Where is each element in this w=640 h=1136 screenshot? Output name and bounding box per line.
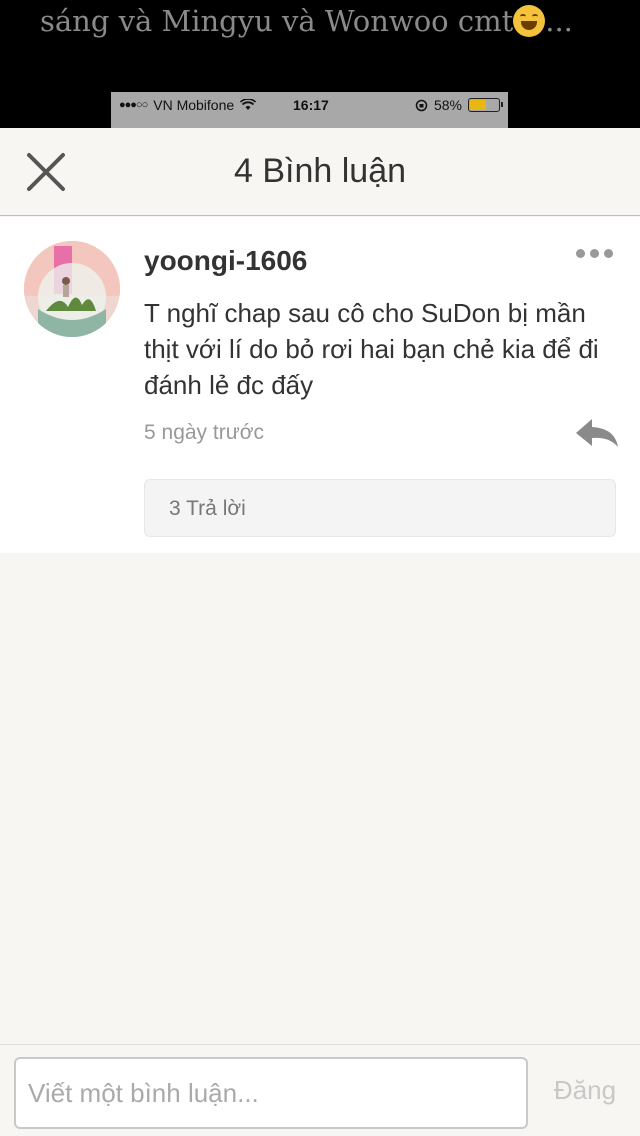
battery-percent: 58% xyxy=(433,97,462,113)
reply-button[interactable] xyxy=(574,415,620,449)
comment-timestamp: 5 ngày trước xyxy=(144,421,265,444)
story-text: sáng và Mingyu và Wonwoo cmt... xyxy=(40,4,573,38)
signal-strength-icon: ●●●○○ xyxy=(119,99,148,111)
view-replies-button[interactable]: 3 Trả lời xyxy=(144,479,616,537)
battery-fill xyxy=(470,100,487,110)
comment-text: T nghĩ chap sau cô cho SuDon bị mần thịt… xyxy=(144,298,599,400)
orientation-lock-icon xyxy=(415,99,428,111)
story-text-ellipsis: ... xyxy=(545,4,573,38)
status-time: 16:17 xyxy=(293,97,329,113)
carrier-name: VN Mobifone xyxy=(153,97,235,113)
more-dot-icon xyxy=(604,248,613,258)
more-options-button[interactable] xyxy=(576,243,620,263)
comments-header: 4 Bình luận xyxy=(0,128,640,216)
comment-composer: Đăng xyxy=(0,1044,640,1136)
status-bar: ●●●○○ VN Mobifone 16:17 58% xyxy=(111,92,508,128)
status-bar-left: ●●●○○ VN Mobifone xyxy=(119,97,257,113)
comment-item: yoongi-1606 T nghĩ chap sau cô cho SuDon… xyxy=(0,217,640,553)
battery-icon xyxy=(468,98,503,112)
more-dot-icon xyxy=(576,248,585,258)
reply-arrow-icon xyxy=(576,419,618,447)
avatar[interactable] xyxy=(24,241,120,337)
more-dot-icon xyxy=(590,248,599,258)
avatar-image xyxy=(24,241,120,337)
story-text-line: sáng và Mingyu và Wonwoo cmt xyxy=(40,4,514,38)
tears-of-joy-emoji-icon xyxy=(513,5,546,37)
wifi-icon xyxy=(240,99,257,110)
status-bar-right: 58% xyxy=(415,97,503,113)
page-title: 4 Bình luận xyxy=(233,152,407,190)
comment-input[interactable] xyxy=(14,1057,528,1129)
comment-username[interactable]: yoongi-1606 xyxy=(144,245,307,277)
post-button[interactable]: Đăng xyxy=(540,1075,630,1106)
